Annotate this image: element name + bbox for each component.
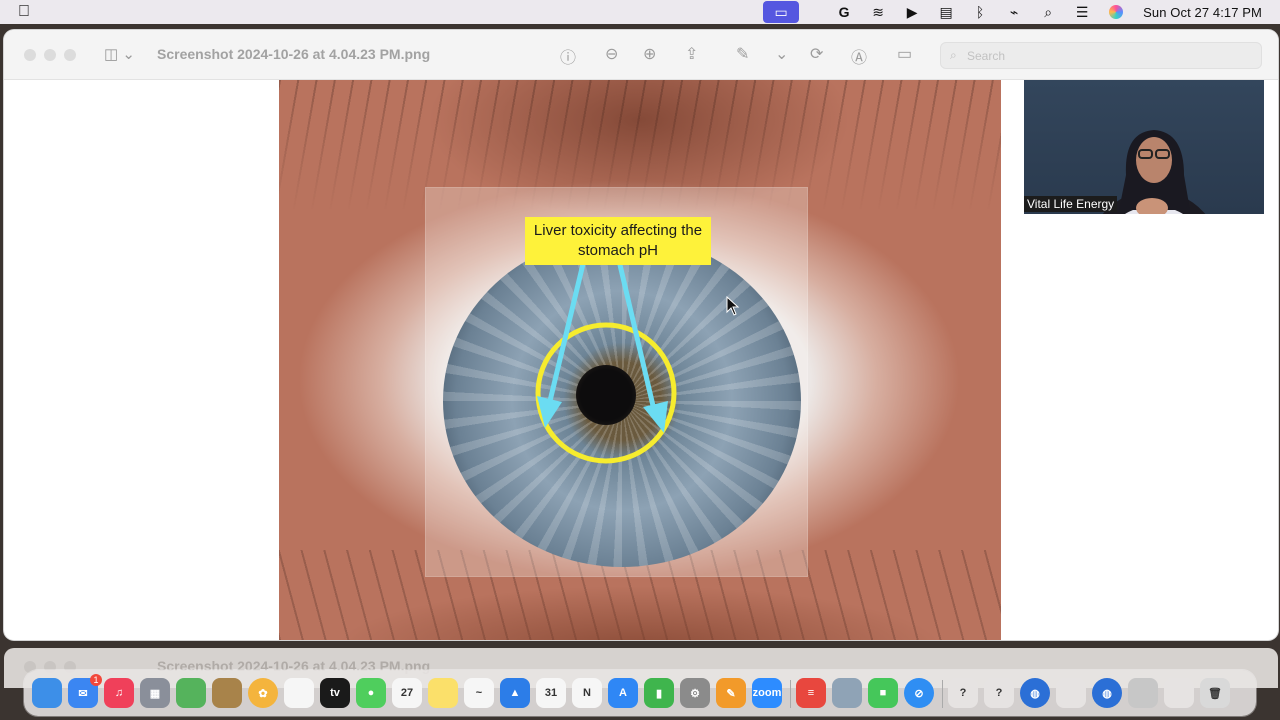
dock-badge: 1 bbox=[90, 674, 102, 686]
zoom-out-icon[interactable]: ⊖ bbox=[605, 44, 618, 64]
dock-music-icon[interactable]: ♫ bbox=[104, 678, 134, 708]
search-field[interactable]: ⌕ Search bbox=[940, 42, 1262, 69]
close-button[interactable] bbox=[24, 49, 36, 61]
zoom-in-icon[interactable]: ⊕ bbox=[643, 44, 656, 64]
wifi-off-icon[interactable]: ⌁ bbox=[997, 0, 1031, 24]
callout-label: Liver toxicity affecting the stomach pH bbox=[525, 217, 711, 265]
grammarly-icon[interactable]: G bbox=[827, 0, 861, 24]
play-icon[interactable]: ▶ bbox=[895, 0, 929, 24]
screen-share-icon[interactable]: ▭ bbox=[763, 1, 800, 23]
speaker-avatar bbox=[1102, 130, 1206, 214]
menu-bar:  ▭ G ≋ ▶ ▤ ᛒ ⌁ ⌕ ☰ Sun Oct 27 4:17 PM bbox=[0, 0, 1280, 24]
speaker-name: Vital Life Energy bbox=[1024, 196, 1118, 212]
dock-separator bbox=[942, 680, 943, 708]
sidebar-toggle-icon[interactable]: ◫ ⌄ bbox=[104, 45, 135, 63]
form-icon[interactable]: ▭ bbox=[897, 44, 912, 64]
window-title: Screenshot 2024-10-26 at 4.04.23 PM.png bbox=[157, 46, 431, 62]
dock-numbers-icon[interactable]: ▮ bbox=[644, 678, 674, 708]
dock-help-2-icon[interactable]: ? bbox=[984, 678, 1014, 708]
dock-globe-icon[interactable]: ◍ bbox=[1020, 678, 1050, 708]
dock-globe-2-icon[interactable]: ◍ bbox=[1092, 678, 1122, 708]
dock-preview-icon[interactable] bbox=[832, 678, 862, 708]
dock-browser-blank-icon[interactable] bbox=[1056, 678, 1086, 708]
apple-icon[interactable]:  bbox=[18, 3, 30, 21]
annotate-icon[interactable]: Ⓐ bbox=[851, 44, 867, 68]
stack-icon[interactable]: ≋ bbox=[861, 0, 895, 24]
video-tile[interactable]: Vital Life Energy bbox=[1024, 80, 1264, 214]
dock-google-calendar-icon[interactable]: 31 bbox=[536, 678, 566, 708]
search-icon: ⌕ bbox=[950, 48, 957, 62]
window-toolbar: ◫ ⌄ Screenshot 2024-10-26 at 4.04.23 PM.… bbox=[4, 30, 1278, 80]
eye-photo: Liver toxicity affecting the stomach pH bbox=[279, 80, 1001, 640]
bluetooth-icon[interactable]: ᛒ bbox=[963, 0, 997, 24]
dock-system-settings-icon[interactable]: ⚙ bbox=[680, 678, 710, 708]
dock-notes-icon[interactable] bbox=[428, 678, 458, 708]
markup-menu-icon[interactable]: ⌄ bbox=[775, 44, 788, 64]
dock-finder-icon[interactable] bbox=[32, 678, 62, 708]
minimize-button[interactable] bbox=[44, 49, 56, 61]
dock-maps-icon[interactable] bbox=[176, 678, 206, 708]
dock-help-icon[interactable]: ? bbox=[948, 678, 978, 708]
markup-icon[interactable]: ✎ bbox=[736, 44, 749, 64]
arrow-right-head bbox=[643, 401, 668, 433]
dock-reminders-icon[interactable] bbox=[284, 678, 314, 708]
annotation-overlay bbox=[535, 234, 677, 464]
zoom-button[interactable] bbox=[64, 49, 76, 61]
rotate-icon[interactable]: ⟳ bbox=[810, 44, 823, 64]
dock-separator bbox=[790, 680, 791, 708]
siri-icon[interactable] bbox=[1099, 0, 1133, 24]
calendar-app-icon[interactable]: ▤ bbox=[929, 0, 963, 24]
dock-app-store-icon[interactable]: A bbox=[608, 678, 638, 708]
dock-facetime-icon[interactable]: ■ bbox=[868, 678, 898, 708]
stomach-zone-circle bbox=[535, 322, 677, 464]
dock-disk-icon[interactable] bbox=[1128, 678, 1158, 708]
info-icon[interactable]: ⓘ bbox=[560, 44, 576, 68]
share-icon[interactable]: ⇪ bbox=[685, 44, 698, 64]
dock-messages-icon[interactable]: ● bbox=[356, 678, 386, 708]
dock: ✉ 1 ♫ ▦ ✿ tv ● 27 ~ ▲ 31 N A ▮ ⚙ ✎ zoom ≡ ■ ⊘?? ◍ ◍ 🗑 bbox=[24, 670, 1256, 716]
menu-bar-extras: ▭ G ≋ ▶ ▤ ᛒ ⌁ ⌕ ☰ Sun Oct 27 4:17 PM bbox=[763, 0, 1262, 24]
dock-calendar-icon[interactable]: 27 bbox=[392, 678, 422, 708]
dock-gear-blank-icon[interactable] bbox=[1164, 678, 1194, 708]
dock-notes-folder-icon[interactable] bbox=[212, 678, 242, 708]
dock-pages-icon[interactable]: ✎ bbox=[716, 678, 746, 708]
dock-scripts-icon[interactable]: ≡ bbox=[796, 678, 826, 708]
dock-zoom-icon[interactable]: zoom bbox=[752, 678, 782, 708]
dock-safari-icon[interactable]: ⊘ bbox=[904, 678, 934, 708]
dock-keynote-icon[interactable]: ▲ bbox=[500, 678, 530, 708]
dock-trash-icon[interactable]: 🗑 bbox=[1200, 678, 1230, 708]
dock-launchpad-icon[interactable]: ▦ bbox=[140, 678, 170, 708]
control-center-icon[interactable]: ☰ bbox=[1065, 0, 1099, 24]
search-placeholder: Search bbox=[967, 49, 1006, 63]
dock-photos-icon[interactable]: ✿ bbox=[248, 678, 278, 708]
search-icon[interactable]: ⌕ bbox=[1031, 0, 1065, 24]
dock-news-icon[interactable]: N bbox=[572, 678, 602, 708]
menu-bar-clock[interactable]: Sun Oct 27 4:17 PM bbox=[1143, 5, 1262, 20]
mouse-cursor-icon bbox=[726, 296, 740, 316]
dock-freeform-icon[interactable]: ~ bbox=[464, 678, 494, 708]
dock-apple-tv-icon[interactable]: tv bbox=[320, 678, 350, 708]
